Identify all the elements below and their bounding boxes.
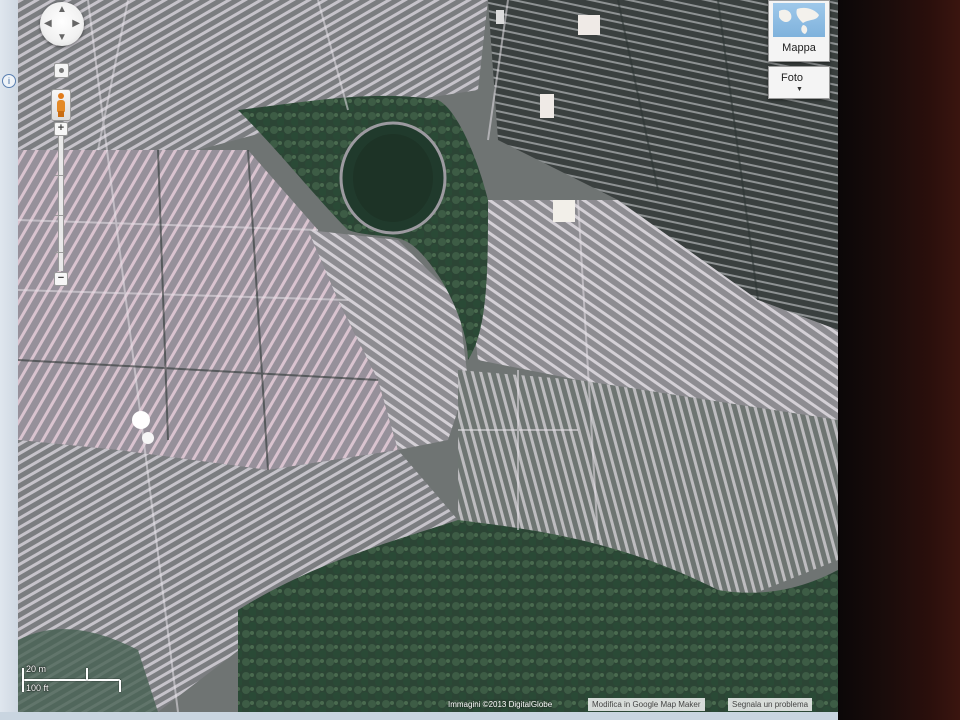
pan-up-icon[interactable]: ▲: [57, 5, 67, 15]
zoom-reset-icon[interactable]: [54, 63, 69, 78]
zoom-slider-track[interactable]: [58, 136, 64, 271]
satellite-imagery: [18, 0, 838, 712]
pegman-head: [58, 93, 64, 99]
browser-bottom-strip: [0, 712, 838, 720]
map-scale: 20 m 100 ft: [20, 664, 130, 694]
map-type-photo-label: Foto: [781, 72, 804, 84]
zoom-slider-handle[interactable]: [55, 252, 65, 253]
zoom-out-button[interactable]: −: [54, 272, 68, 286]
pan-left-icon[interactable]: ◀: [44, 19, 52, 29]
report-problem-link[interactable]: Segnala un problema: [728, 698, 813, 711]
pegman-legs: [58, 111, 64, 117]
zoom-tick: [55, 215, 65, 216]
map-type-map-button[interactable]: Mappa: [768, 0, 830, 62]
scale-bar-line: [22, 679, 120, 681]
scale-metric-label: 20 m: [26, 664, 47, 674]
info-icon[interactable]: i: [2, 74, 16, 88]
map-thumbnail-icon: [773, 3, 825, 37]
map-type-photo-button[interactable]: Foto ▼: [768, 66, 830, 99]
pan-right-icon[interactable]: ▶: [72, 19, 80, 29]
satellite-map[interactable]: ▲ ▼ ◀ ▶ + − Mappa Foto ▼ 20 m 100 ft Imm…: [18, 0, 838, 712]
map-attribution: Immagini ©2013 DigitalGlobe Modifica in …: [438, 697, 838, 712]
edit-in-map-maker-link[interactable]: Modifica in Google Map Maker: [588, 698, 705, 711]
screen-bezel: [838, 0, 960, 720]
scale-bar-tick: [119, 680, 121, 692]
zoom-in-button[interactable]: +: [54, 122, 68, 136]
pegman-icon[interactable]: [51, 89, 71, 121]
scale-bar-tick: [86, 668, 88, 680]
browser-left-strip: i: [0, 0, 19, 720]
chevron-down-icon: ▼: [796, 86, 803, 93]
zoom-tick: [55, 175, 65, 176]
pan-control[interactable]: ▲ ▼ ◀ ▶: [40, 2, 84, 46]
scale-imperial-label: 100 ft: [26, 683, 49, 693]
pan-down-icon[interactable]: ▼: [57, 33, 67, 43]
scale-bar-tick: [22, 668, 24, 692]
imagery-credit: Immagini ©2013 DigitalGlobe: [448, 700, 553, 709]
map-type-map-label: Mappa: [782, 42, 816, 54]
